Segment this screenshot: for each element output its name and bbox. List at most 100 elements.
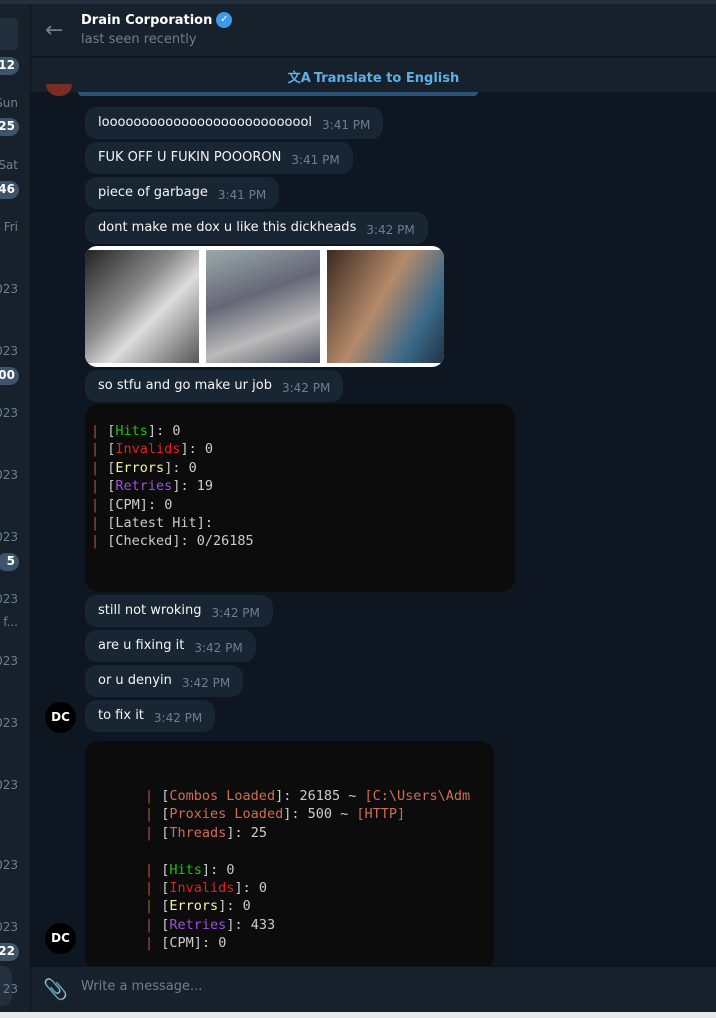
code-label: Retries: [169, 916, 227, 933]
code-line: | [Retries]: 19: [91, 478, 213, 495]
chat-date: 023: [0, 778, 18, 792]
code-line: | [Invalids]: 0: [145, 880, 267, 897]
chat-date: 023: [0, 716, 18, 730]
code-screenshot[interactable]: | [Hits]: 0 | [Invalids]: 0 | [Errors]: 0 |…: [85, 404, 515, 592]
code-label: Threads: [169, 824, 227, 841]
taskbar-edge: [0, 1012, 716, 1018]
chat-date: 23: [2, 982, 18, 996]
code-value: :: [204, 515, 213, 532]
code-value: : 26185 ~: [283, 788, 365, 804]
arrow-left-icon[interactable]: ←: [45, 18, 63, 43]
code-value: : 25: [234, 824, 267, 841]
photo[interactable]: [327, 250, 444, 363]
paperclip-icon[interactable]: 📎: [43, 977, 68, 1001]
chat-date: 023: [0, 468, 18, 482]
message-text: piece of garbage: [98, 185, 208, 200]
code-value: : 0: [201, 935, 227, 952]
message-time: 3:42 PM: [194, 641, 243, 655]
code-line: | [CPM]: 0: [91, 496, 173, 513]
message-bubble[interactable]: are u fixing it 3:42 PM: [85, 630, 256, 662]
chat-date: 023: [0, 654, 18, 668]
photo-album[interactable]: [85, 246, 444, 367]
message-time: 3:42 PM: [181, 676, 231, 690]
photo[interactable]: [206, 250, 320, 363]
code-line: | [Hits]: 0: [91, 423, 181, 439]
code-label: Proxies Loaded: [169, 806, 284, 823]
code-value: : 0: [242, 880, 267, 897]
code-value: : 0: [226, 898, 251, 915]
avatar: [46, 84, 72, 96]
chat-list-strip[interactable]: 12 Sun 25 Sat 46 Fri 023 023 00 023 023 023 5 023 y f.…: [0, 4, 30, 1018]
message-bubble[interactable]: piece of garbage 3:41 PM: [85, 177, 280, 209]
avatar[interactable]: DC: [45, 923, 76, 954]
code-line: | [CPM]: 0: [145, 935, 227, 952]
message-text: are u fixing it: [98, 638, 185, 653]
previous-message-edge: [78, 92, 478, 96]
message-time: 3:42 PM: [153, 711, 203, 725]
code-value: : 19: [180, 478, 213, 495]
code-line: | [Proxies Loaded]: 500 ~ [HTTP]: [145, 806, 406, 823]
message-text: or u denyin: [98, 673, 172, 688]
unread-badge: 5: [0, 553, 19, 571]
unread-badge: 22: [0, 943, 19, 961]
chat-date: y f...: [0, 615, 18, 629]
code-bar: |: [91, 423, 108, 439]
message-bubble[interactable]: to fix it 3:42 PM: [85, 700, 216, 732]
code-bar: |: [91, 478, 108, 495]
code-label: Errors: [115, 459, 165, 476]
chat-date: 023: [0, 920, 18, 934]
message-text: dont make me dox u like this dickheads: [98, 220, 357, 235]
code-bar: |: [91, 515, 108, 532]
chat-header: ← Drain Corporation ✓ last seen recently: [31, 4, 716, 57]
chat-status: last seen recently: [81, 32, 197, 47]
chat-title[interactable]: Drain Corporation ✓: [81, 12, 233, 28]
message-composer: 📎: [31, 966, 716, 1012]
chat-date: 023: [0, 858, 18, 872]
message-bubble[interactable]: so stfu and go make ur job 3:42 PM: [85, 370, 344, 402]
code-label: Invalids: [169, 880, 235, 897]
code-line: | [Hits]: 0: [145, 861, 235, 878]
message-bubble[interactable]: dont make me dox u like this dickheads 3:…: [85, 212, 428, 244]
chat-list-selected[interactable]: [0, 18, 18, 50]
code-screenshot[interactable]: | [Combos Loaded]: 26185 ~ [C:\Users\Adm…: [85, 741, 494, 971]
chat-date: Fri: [3, 220, 18, 234]
verified-badge-icon: ✓: [216, 12, 233, 28]
code-value: : 0: [210, 861, 235, 878]
photo[interactable]: [85, 250, 199, 363]
code-line: | [Checked]: 0/26185: [91, 533, 254, 550]
message-time: 3:41 PM: [291, 153, 340, 167]
divider: [30, 4, 31, 1018]
code-line: | [Latest Hit]:: [91, 515, 213, 532]
chat-date: 023: [0, 530, 18, 544]
message-text: looooooooooooooooooooooooool: [98, 115, 313, 130]
message-time: 3:41 PM: [217, 188, 267, 202]
code-line: | [Errors]: 0: [91, 459, 197, 476]
chat-date: 023: [0, 592, 18, 606]
code-value: : 0: [188, 441, 213, 458]
code-extra: [C:\Users\Adm: [364, 788, 471, 804]
avatar[interactable]: DC: [45, 702, 76, 733]
unread-badge: 12: [0, 57, 19, 75]
code-label: Retries: [115, 478, 173, 495]
code-bar: |: [91, 459, 108, 476]
message-bubble[interactable]: still not wroking 3:42 PM: [85, 595, 273, 627]
code-value: : 0: [156, 423, 181, 439]
code-bar: |: [145, 916, 162, 933]
message-bubble[interactable]: or u denyin 3:42 PM: [85, 665, 244, 697]
translate-button[interactable]: 文A Translate to English: [31, 58, 716, 92]
message-input[interactable]: [81, 979, 681, 994]
code-label: Hits: [115, 423, 148, 439]
message-text: so stfu and go make ur job: [98, 378, 272, 393]
code-value: : 0: [172, 459, 197, 476]
translate-icon: 文A: [287, 71, 311, 86]
message-bubble[interactable]: FUK OFF U FUKIN POOORON 3:41 PM: [85, 142, 353, 174]
message-text: still not wroking: [98, 603, 202, 618]
message-bubble[interactable]: looooooooooooooooooooooooool 3:41 PM: [85, 107, 384, 139]
code-line: | [Invalids]: 0: [91, 441, 213, 458]
code-bar: |: [145, 861, 162, 878]
message-time: 3:41 PM: [322, 118, 371, 132]
message-time: 3:42 PM: [211, 606, 260, 620]
chat-date: 023: [0, 406, 18, 420]
code-line: | [Errors]: 0: [145, 898, 251, 915]
